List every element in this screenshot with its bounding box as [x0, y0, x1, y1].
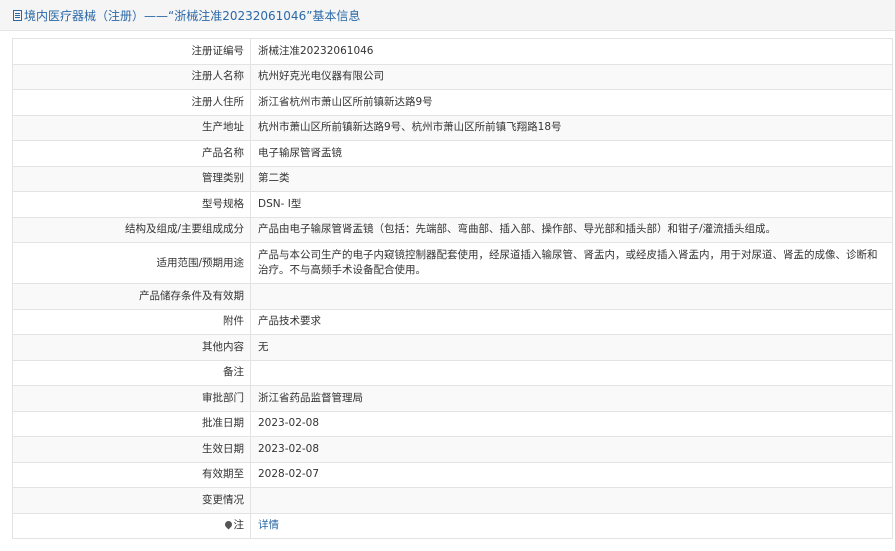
row-label: 适用范围/预期用途	[12, 242, 251, 284]
info-table: 注册证编号 浙械注准20232061046 注册人名称 杭州好克光电仪器有限公司…	[12, 38, 893, 539]
row-value: 产品由电子输尿管肾盂镜（包括：先端部、弯曲部、插入部、操作部、导光部和插头部）和…	[250, 216, 893, 243]
pin-icon	[223, 519, 233, 530]
row-value	[250, 359, 893, 386]
row-value	[250, 487, 893, 514]
note-label-cell: 注	[12, 512, 251, 539]
row-label: 有效期至	[12, 461, 251, 488]
row-label: 生效日期	[12, 436, 251, 463]
table-row: 结构及组成/主要组成成分 产品由电子输尿管肾盂镜（包括：先端部、弯曲部、插入部、…	[12, 216, 893, 243]
table-row: 审批部门 浙江省药品监督管理局	[12, 385, 893, 412]
table-row: 注册人住所 浙江省杭州市萧山区所前镇新达路9号	[12, 89, 893, 116]
table-row: 适用范围/预期用途 产品与本公司生产的电子内窥镜控制器配套使用，经尿道插入输尿管…	[12, 242, 893, 284]
row-value: 2023-02-08	[250, 410, 893, 437]
row-label: 备注	[12, 359, 251, 386]
table-row: 其他内容 无	[12, 334, 893, 361]
row-value: 浙江省药品监督管理局	[250, 385, 893, 412]
page-title: 境内医疗器械（注册）——“浙械注准20232061046”基本信息	[24, 8, 361, 23]
table-row: 生产地址 杭州市萧山区所前镇新达路9号、杭州市萧山区所前镇飞翔路18号	[12, 114, 893, 141]
table-row: 产品储存条件及有效期	[12, 283, 893, 310]
row-label: 结构及组成/主要组成成分	[12, 216, 251, 243]
row-value: 2023-02-08	[250, 436, 893, 463]
table-row: 附件 产品技术要求	[12, 308, 893, 335]
detail-link[interactable]: 详情	[258, 519, 279, 531]
note-label: 注	[233, 519, 245, 532]
row-label: 附件	[12, 308, 251, 335]
row-value: 产品技术要求	[250, 308, 893, 335]
row-value: 第二类	[250, 165, 893, 192]
row-value: 浙江省杭州市萧山区所前镇新达路9号	[250, 89, 893, 116]
table-row: 注册人名称 杭州好克光电仪器有限公司	[12, 63, 893, 90]
table-row: 变更情况	[12, 487, 893, 514]
row-label: 审批部门	[12, 385, 251, 412]
table-row: 管理类别 第二类	[12, 165, 893, 192]
table-row: 生效日期 2023-02-08	[12, 436, 893, 463]
row-label: 注册证编号	[12, 38, 251, 65]
row-label: 其他内容	[12, 334, 251, 361]
page-header: 境内医疗器械（注册）——“浙械注准20232061046”基本信息	[0, 0, 895, 31]
table-row: 备注	[12, 359, 893, 386]
row-value	[250, 283, 893, 310]
row-label: 注册人名称	[12, 63, 251, 90]
row-value: 杭州市萧山区所前镇新达路9号、杭州市萧山区所前镇飞翔路18号	[250, 114, 893, 141]
table-row: 型号规格 DSN- Ⅰ型	[12, 191, 893, 218]
row-value: 电子输尿管肾盂镜	[250, 140, 893, 167]
note-row: 注 详情	[12, 512, 893, 539]
row-label: 批准日期	[12, 410, 251, 437]
note-value-cell: 详情	[250, 512, 893, 539]
row-label: 产品名称	[12, 140, 251, 167]
row-value: 杭州好克光电仪器有限公司	[250, 63, 893, 90]
table-row: 注册证编号 浙械注准20232061046	[12, 38, 893, 65]
table-row: 产品名称 电子输尿管肾盂镜	[12, 140, 893, 167]
row-value: 无	[250, 334, 893, 361]
row-label: 型号规格	[12, 191, 251, 218]
row-label: 生产地址	[12, 114, 251, 141]
row-value: 2028-02-07	[250, 461, 893, 488]
row-label: 管理类别	[12, 165, 251, 192]
row-label: 产品储存条件及有效期	[12, 283, 251, 310]
row-label: 变更情况	[12, 487, 251, 514]
table-row: 有效期至 2028-02-07	[12, 461, 893, 488]
row-label: 注册人住所	[12, 89, 251, 116]
row-value: 浙械注准20232061046	[250, 38, 893, 65]
document-icon	[13, 9, 22, 21]
row-value: 产品与本公司生产的电子内窥镜控制器配套使用，经尿道插入输尿管、肾盂内，或经皮插入…	[250, 242, 893, 284]
table-row: 批准日期 2023-02-08	[12, 410, 893, 437]
row-value: DSN- Ⅰ型	[250, 191, 893, 218]
